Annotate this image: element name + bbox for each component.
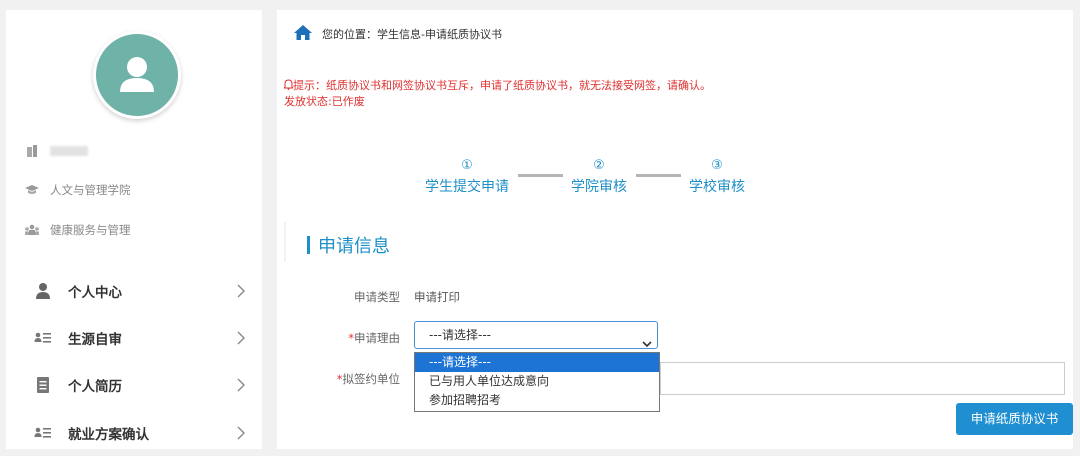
- chevron-right-icon: [236, 330, 246, 350]
- step-number: ①: [461, 158, 473, 173]
- step-number: ③: [711, 158, 723, 173]
- college-row: 人文与管理学院: [24, 182, 131, 198]
- id-card-icon: [34, 424, 52, 442]
- reason-option[interactable]: 已与用人单位达成意向: [415, 372, 659, 391]
- type-label: 申请类型: [354, 290, 400, 304]
- menu-item-resume[interactable]: 个人简历: [6, 362, 262, 408]
- main-content: 您的位置：学生信息-申请纸质协议书 提示：纸质协议书和网签协议书互斥，申请了纸质…: [277, 10, 1073, 449]
- apply-paper-agreement-button[interactable]: 申请纸质协议书: [956, 403, 1073, 435]
- section-title-text: 申请信息: [318, 236, 390, 257]
- major-row: 健康服务与管理: [24, 222, 131, 238]
- unit-input[interactable]: [660, 362, 1065, 395]
- reason-label-wrap: *申请理由: [280, 330, 400, 346]
- student-name-row: [24, 144, 88, 158]
- unit-label: 拟签约单位: [342, 372, 401, 386]
- chevron-right-icon: [236, 425, 246, 445]
- section-title-bar: [307, 236, 310, 254]
- issue-status: 发放状态:已作废: [284, 95, 365, 108]
- menu-label: 就业方案确认: [68, 427, 149, 443]
- section-title: 申请信息: [307, 232, 390, 258]
- step-number: ②: [593, 158, 605, 173]
- bell-icon: [282, 79, 295, 94]
- document-icon: [34, 376, 52, 394]
- menu-label: 个人简历: [68, 379, 122, 395]
- menu-label: 个人中心: [68, 285, 122, 301]
- reason-option[interactable]: ---请选择---: [415, 353, 659, 372]
- user-avatar-icon: [120, 57, 154, 92]
- graduation-cap-icon: [24, 183, 40, 197]
- chevron-right-icon: [236, 283, 246, 303]
- sidebar: 人文与管理学院 健康服务与管理 个人中心 生源自审 个人简历 就业方案确认: [6, 10, 262, 449]
- menu-item-personal-center[interactable]: 个人中心: [6, 268, 262, 314]
- notice-tip-row: 提示：纸质协议书和网签协议书互斥，申请了纸质协议书，就无法接受网签，请确认。: [282, 78, 711, 94]
- step-3: ③ 学校审核: [682, 159, 752, 196]
- unit-label-wrap: *拟签约单位: [280, 371, 400, 387]
- reason-option[interactable]: 参加招聘招考: [415, 391, 659, 410]
- student-name-redacted: [50, 146, 88, 156]
- user-icon: [34, 282, 52, 300]
- college-label: 人文与管理学院: [50, 183, 131, 197]
- step-1: ① 学生提交申请: [419, 159, 515, 196]
- step-label: 学生提交申请: [425, 179, 509, 195]
- building-icon: [24, 144, 40, 158]
- breadcrumb-text: 您的位置：学生信息-申请纸质协议书: [322, 28, 502, 41]
- major-label: 健康服务与管理: [50, 223, 131, 237]
- reason-select[interactable]: ---请选择---: [414, 321, 658, 349]
- step-label: 学院审核: [571, 179, 627, 195]
- menu-item-source-review[interactable]: 生源自审: [6, 315, 262, 361]
- home-icon[interactable]: [293, 24, 313, 44]
- group-icon: [24, 223, 40, 237]
- step-connector: [518, 174, 563, 177]
- reason-label: 申请理由: [354, 331, 400, 345]
- menu-item-employment-plan[interactable]: 就业方案确认: [6, 410, 262, 456]
- step-2: ② 学院审核: [564, 159, 634, 196]
- avatar[interactable]: [93, 31, 181, 119]
- step-connector: [636, 174, 681, 177]
- menu-label: 生源自审: [68, 332, 122, 348]
- step-label: 学校审核: [689, 179, 745, 195]
- section-divider: [284, 222, 286, 262]
- id-card-icon: [34, 329, 52, 347]
- notice-tip: 提示：纸质协议书和网签协议书互斥，申请了纸质协议书，就无法接受网签，请确认。: [293, 79, 711, 92]
- breadcrumb: 您的位置：学生信息-申请纸质协议书: [293, 24, 502, 44]
- chevron-right-icon: [236, 377, 246, 397]
- reason-selected-value: ---请选择---: [429, 328, 491, 342]
- reason-dropdown: ---请选择--- 已与用人单位达成意向 参加招聘招考: [414, 352, 660, 412]
- notice: 提示：纸质协议书和网签协议书互斥，申请了纸质协议书，就无法接受网签，请确认。 发…: [282, 78, 711, 109]
- type-value: 申请打印: [414, 290, 460, 304]
